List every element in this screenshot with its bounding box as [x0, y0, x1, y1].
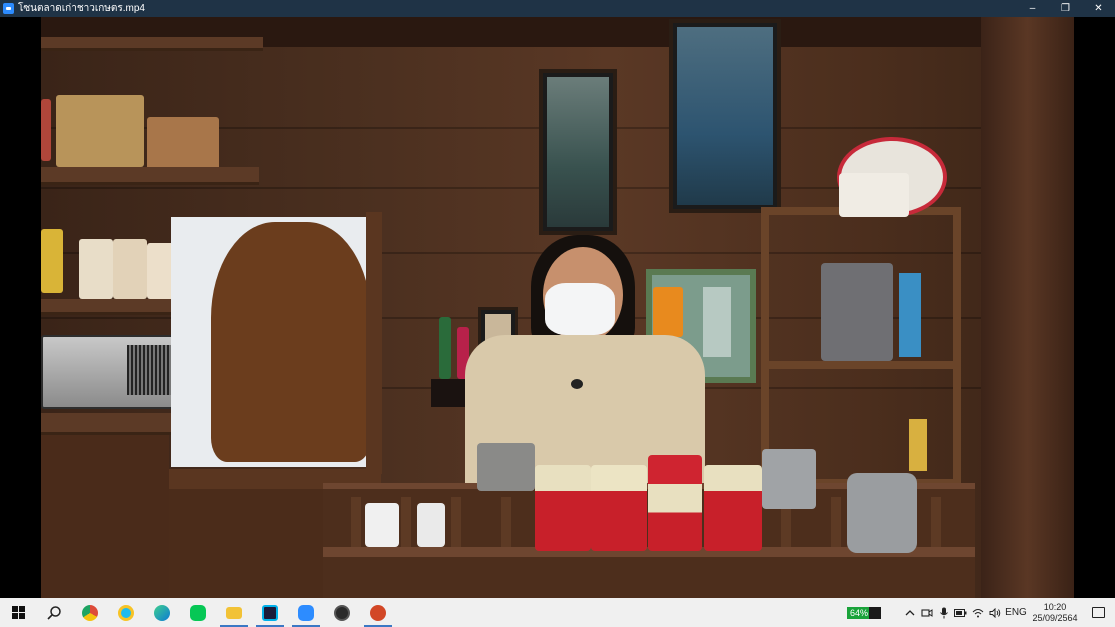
line-icon [190, 604, 206, 621]
edge-icon [154, 604, 170, 621]
clock-button[interactable]: 10:20 25/09/2564 [1029, 602, 1081, 624]
input-language-button[interactable]: ENG [1003, 598, 1029, 627]
search-icon [47, 605, 61, 620]
battery-button[interactable] [952, 598, 969, 627]
taskbar-file-explorer[interactable] [216, 598, 252, 627]
taskbar-internet-explorer[interactable] [108, 598, 144, 627]
taskbar-search-button[interactable] [36, 598, 72, 627]
microphone-button[interactable] [935, 598, 952, 627]
speaker-icon [989, 607, 1000, 618]
webex-icon [262, 604, 278, 621]
taskbar-webex[interactable] [252, 598, 288, 627]
windows-logo-icon [11, 606, 25, 619]
notification-icon [1091, 607, 1105, 618]
battery-meter[interactable]: 64% [847, 606, 881, 619]
battery-icon [954, 608, 967, 617]
taskbar-powerpoint[interactable] [360, 598, 396, 627]
taskbar-line[interactable] [180, 598, 216, 627]
obs-icon [334, 604, 350, 621]
volume-button[interactable] [986, 598, 1003, 627]
show-hidden-icons-button[interactable] [901, 598, 918, 627]
battery-percent: 64% [850, 607, 869, 618]
taskbar-zoom[interactable] [288, 598, 324, 627]
chrome-icon [82, 604, 98, 621]
taskbar-edge[interactable] [144, 598, 180, 627]
internet-explorer-icon [118, 604, 134, 621]
video-frame [41, 17, 1074, 598]
start-button[interactable] [0, 598, 36, 627]
meet-now-button[interactable] [918, 598, 935, 627]
microphone-icon [939, 607, 948, 618]
chevron-up-icon [905, 609, 914, 615]
minimize-button[interactable]: – [1016, 0, 1049, 17]
powerpoint-icon [370, 604, 386, 621]
window-title-bar: โซนตลาดเก่าชาวเกษตร.mp4 – ❐ ✕ [0, 0, 1115, 17]
video-player-area[interactable] [0, 17, 1115, 598]
system-tray: 64% ENG 10:20 25/09/2564 [847, 598, 1115, 627]
taskbar-obs[interactable] [324, 598, 360, 627]
windows-taskbar: 64% ENG 10:20 25/09/2564 [0, 598, 1115, 627]
clock-date: 25/09/2564 [1032, 612, 1078, 623]
zoom-icon [298, 604, 314, 621]
window-title: โซนตลาดเก่าชาวเกษตร.mp4 [18, 3, 145, 14]
camera-icon [920, 608, 932, 617]
network-button[interactable] [969, 598, 986, 627]
zoom-app-icon [3, 3, 14, 14]
taskbar-chrome[interactable] [72, 598, 108, 627]
clock-time: 10:20 [1043, 601, 1067, 612]
file-explorer-icon [226, 606, 242, 619]
restore-button[interactable]: ❐ [1049, 0, 1082, 17]
wifi-icon [972, 608, 983, 617]
action-center-button[interactable] [1081, 598, 1115, 627]
close-button[interactable]: ✕ [1082, 0, 1115, 17]
